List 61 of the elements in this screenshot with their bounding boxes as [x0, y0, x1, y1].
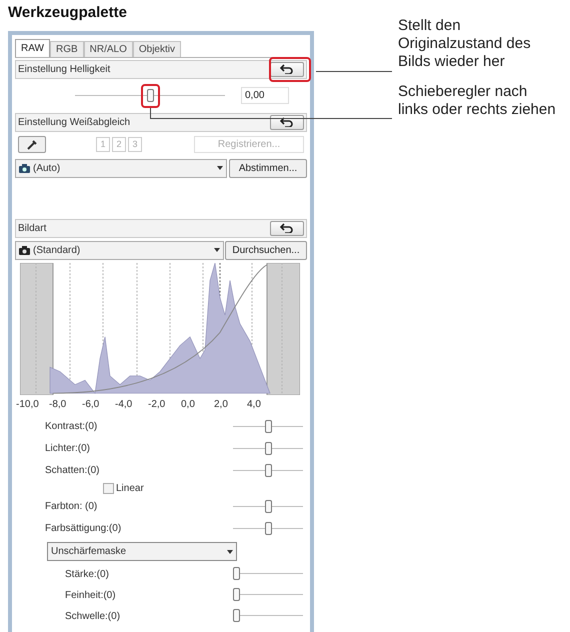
reset-button[interactable] — [270, 114, 304, 130]
slider-thumb[interactable] — [264, 420, 272, 432]
picture-style-dropdown[interactable]: (Standard) — [15, 240, 224, 260]
axis-label: 4,0 — [247, 398, 262, 412]
highlight-frame — [269, 56, 311, 82]
camera-icon — [19, 246, 30, 254]
slider-label: Schwelle:(0) — [65, 610, 120, 624]
axis-label: -10,0 — [16, 398, 40, 412]
axis-label: -6,0 — [82, 398, 100, 412]
tab[interactable]: RAW — [15, 38, 50, 56]
browse-button[interactable]: Durchsuchen... — [225, 240, 307, 260]
page-heading: Werkzeugpalette — [8, 3, 128, 23]
slider-thumb[interactable] — [264, 522, 272, 534]
section-title: Einstellung Helligkeit — [18, 62, 110, 76]
slider-label: Schatten:(0) — [45, 464, 100, 478]
tab[interactable]: RGB — [50, 40, 84, 56]
callout-text: Schieberegler nach links oder rechts ziehen — [398, 83, 557, 119]
dropdown-value: (Auto) — [33, 162, 60, 176]
eyedropper-icon — [27, 140, 37, 150]
axis-label: -8,0 — [49, 398, 68, 412]
axis-label: 2,0 — [214, 398, 229, 412]
sharpness-dropdown[interactable]: Unschärfemaske — [47, 542, 237, 561]
dropdown-value: Unschärfemaske — [51, 545, 126, 559]
slider-label: Lichter:(0) — [45, 442, 90, 456]
undo-icon — [280, 117, 294, 127]
section-title: Einstellung Weißabgleich — [18, 116, 130, 130]
checkbox-label: Linear — [116, 482, 144, 496]
eyedropper-button[interactable] — [18, 136, 46, 153]
section-title: Bildart — [18, 222, 46, 236]
caret-icon — [217, 166, 223, 170]
tab[interactable]: Objektiv — [132, 40, 181, 56]
undo-icon — [280, 223, 294, 233]
dropdown-value: (Standard) — [33, 244, 80, 258]
light-source-dropdown[interactable]: (Auto) — [15, 158, 227, 178]
slider-label: Farbton: (0) — [45, 500, 98, 514]
axis-label: 0,0 — [181, 398, 196, 412]
reset-button[interactable] — [270, 62, 304, 76]
undo-icon — [280, 64, 294, 74]
slider-thumb[interactable] — [233, 588, 240, 601]
adjust-button[interactable]: Abstimmen... — [229, 158, 307, 178]
axis-label: -2,0 — [148, 398, 166, 412]
axis-label: -4,0 — [115, 398, 134, 412]
value-field[interactable]: 0,00 — [241, 87, 289, 104]
reset-button[interactable] — [270, 220, 304, 236]
tab[interactable]: NR/ALO — [84, 40, 133, 56]
caret-icon — [214, 248, 220, 252]
slider-thumb[interactable] — [264, 442, 272, 454]
slider-label: Kontrast:(0) — [45, 420, 98, 434]
slider-thumb[interactable] — [264, 464, 272, 476]
slider-label: Feinheit:(0) — [65, 588, 116, 602]
highlight-frame — [140, 84, 160, 108]
callout-text: Stellt den Originalzustand des Bilds wieder her — [398, 17, 532, 71]
slider-thumb[interactable] — [264, 500, 272, 512]
slider-thumb[interactable] — [146, 88, 154, 102]
caret-icon — [227, 550, 233, 554]
camera-icon — [19, 164, 30, 172]
slider-label: Farbsättigung:(0) — [45, 522, 122, 536]
slider-thumb[interactable] — [233, 567, 240, 580]
slider-label: Stärke:(0) — [65, 568, 109, 582]
slider-thumb[interactable] — [233, 609, 240, 622]
checkbox[interactable] — [103, 483, 114, 494]
